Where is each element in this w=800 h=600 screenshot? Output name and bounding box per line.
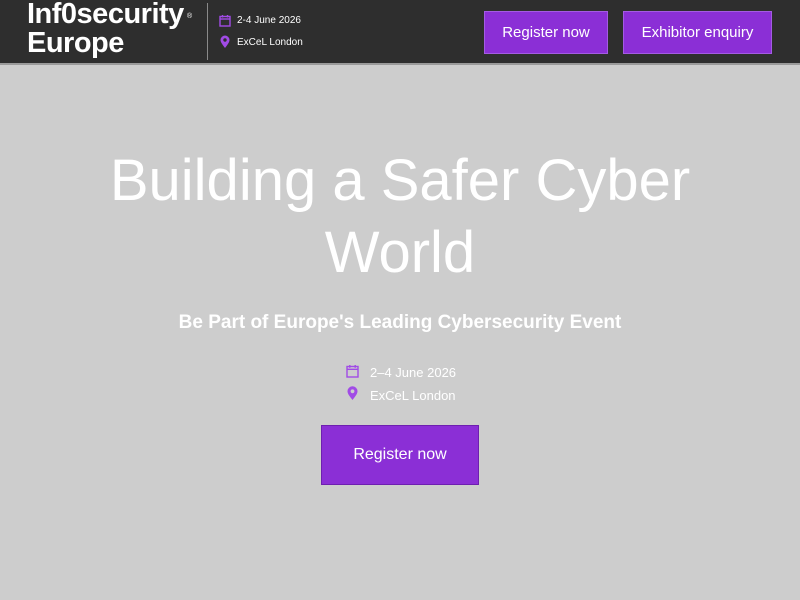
hero-location-text: ExCeL London <box>370 387 456 403</box>
map-pin-icon <box>219 35 231 49</box>
exhibitor-enquiry-button[interactable]: Exhibitor enquiry <box>623 11 772 54</box>
hero-event-date: 2–4 June 2026 <box>346 364 456 381</box>
hero-event-location: ExCeL London <box>346 386 456 404</box>
hero-title: Building a Safer Cyber World <box>109 148 691 285</box>
calendar-icon <box>346 364 359 381</box>
calendar-icon <box>219 14 231 27</box>
header-event-location: ExCeL London <box>219 35 303 49</box>
hero-subtitle: Be Part of Europe's Leading Cybersecurit… <box>178 312 622 333</box>
map-pin-icon <box>346 386 359 404</box>
logo-line-2: Europe <box>27 27 124 59</box>
header-date-text: 2-4 June 2026 <box>237 15 301 26</box>
header-divider <box>207 3 208 60</box>
hero-date-text: 2–4 June 2026 <box>370 365 457 380</box>
header-register-button[interactable]: Register now <box>484 11 608 54</box>
infosecurity-europe-logo[interactable]: Inf0security Europe ® <box>27 0 192 59</box>
site-header: Inf0security Europe ® 2-4 June 2026 ExCe… <box>0 0 800 65</box>
header-event-date: 2-4 June 2026 <box>219 14 301 27</box>
hero-register-button[interactable]: Register now <box>321 425 479 485</box>
header-location-text: ExCeL London <box>237 36 303 48</box>
registered-mark: ® <box>187 13 192 20</box>
